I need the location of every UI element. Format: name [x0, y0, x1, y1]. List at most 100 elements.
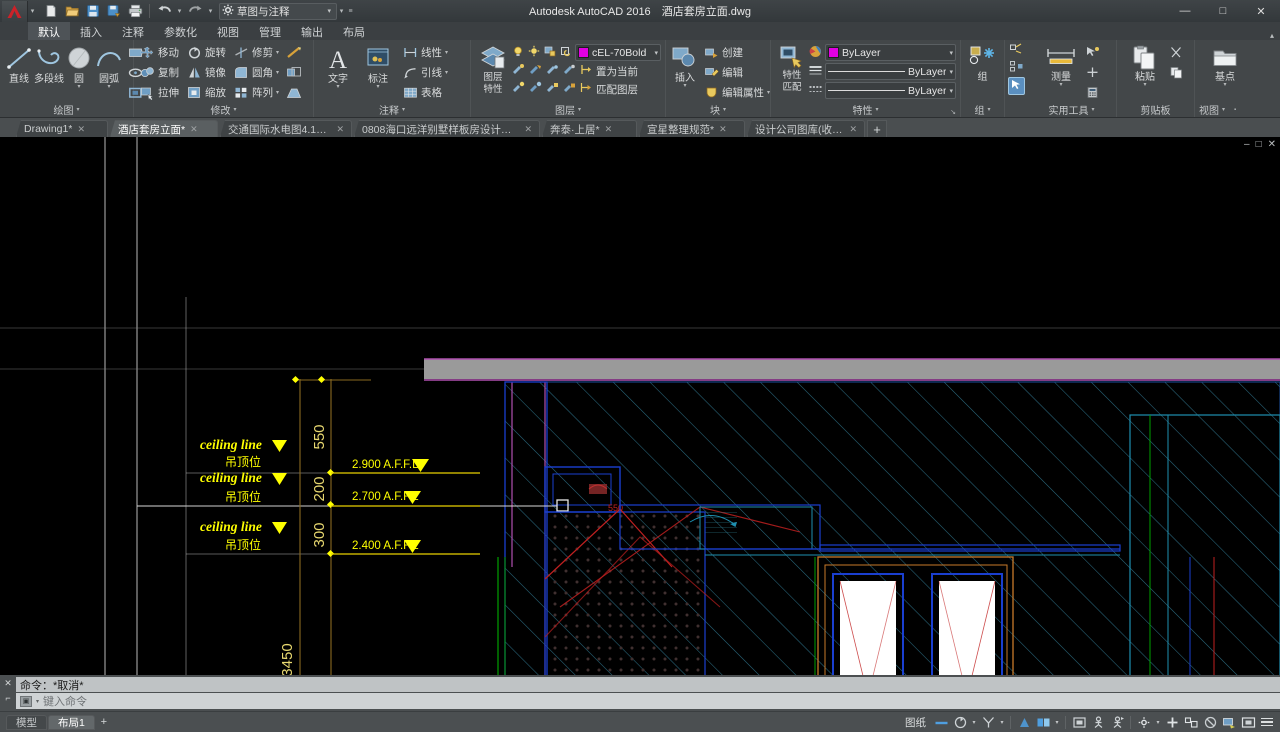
point-icon[interactable]	[1083, 63, 1102, 82]
ribbon-minimize-icon[interactable]: ▴	[1270, 31, 1274, 40]
layer-change-icon[interactable]	[579, 81, 593, 97]
workspace-selector[interactable]: 草图与注释 ▾	[219, 2, 337, 20]
basepoint-caret[interactable]: ▾	[1223, 82, 1226, 88]
command-input[interactable]: ▣ ▾ 键入命令	[16, 693, 1280, 709]
save-icon[interactable]	[83, 2, 103, 21]
ribbon-tab-parametric[interactable]: 参数化	[154, 22, 207, 40]
file-tab-standards[interactable]: 宣星整理规范* ✕	[639, 120, 745, 137]
block-create-button[interactable]: 创建	[702, 43, 772, 62]
group-selection-icon[interactable]	[1007, 77, 1025, 95]
noentry-icon[interactable]	[1201, 714, 1219, 731]
layer-set-current-label[interactable]: 置为当前	[596, 64, 638, 79]
printer-icon[interactable]	[125, 2, 145, 21]
file-tab-close-icon[interactable]: ✕	[719, 124, 727, 135]
layer-unisolate-icon[interactable]	[528, 63, 542, 79]
minimize-button[interactable]: —	[1166, 0, 1204, 22]
annotation-table-button[interactable]: 表格	[401, 83, 450, 102]
copy-clip-icon[interactable]	[1167, 63, 1186, 82]
panel-title-view[interactable]: 视图 ▾ ▪	[1195, 102, 1280, 117]
block-edit-button[interactable]: 编辑	[702, 63, 772, 82]
autocad-logo-button[interactable]	[2, 0, 28, 22]
calculator-icon[interactable]	[1083, 83, 1102, 102]
maximize-button[interactable]: □	[1204, 0, 1242, 22]
layer-thaw-all-icon[interactable]	[528, 81, 542, 97]
current-layer-combo[interactable]: cEL-70Bold ▾	[575, 44, 661, 61]
ribbon-tab-manage[interactable]: 管理	[249, 22, 291, 40]
panel-title-group[interactable]: 组 ▾	[961, 102, 1004, 117]
layout-tab-model[interactable]: 模型	[6, 714, 47, 730]
panel-title-clipboard[interactable]: 剪贴板	[1117, 102, 1194, 117]
file-tab-close-icon[interactable]: ✕	[849, 124, 857, 135]
color-combo[interactable]: ByLayer ▾	[825, 44, 956, 61]
command-close-icon[interactable]: ✕	[4, 678, 12, 689]
panel-title-modify[interactable]: 修改 ▾	[134, 102, 313, 117]
undo-dropdown-caret[interactable]: ▾	[175, 2, 184, 20]
ribbon-tab-output[interactable]: 输出	[291, 22, 333, 40]
block-edit-attributes-caret[interactable]: ▾	[767, 89, 770, 96]
annotation-dimension-caret[interactable]: ▾	[376, 84, 379, 90]
new-file-icon[interactable]	[41, 2, 61, 21]
paste-button[interactable]: 粘贴 ▾	[1125, 43, 1165, 88]
annotation-leader-button[interactable]: 引线 ▾	[401, 63, 450, 82]
viewport-close-icon[interactable]: ✕	[1268, 140, 1276, 150]
file-tab-close-icon[interactable]: ✕	[336, 124, 344, 135]
basepoint-button[interactable]: 基点 ▾	[1205, 43, 1245, 88]
group-button[interactable]: 组	[963, 43, 1003, 83]
annotation-text-button[interactable]: A 文字 ▾	[318, 43, 358, 90]
lineweight-caret[interactable]: ▾	[1053, 719, 1061, 726]
modify-fillet-caret[interactable]: ▾	[276, 69, 279, 76]
command-prompt-icon[interactable]: ▣	[20, 695, 32, 707]
annotation-linear-button[interactable]: 线性 ▾	[401, 43, 450, 62]
group-edit-icon[interactable]	[1009, 43, 1024, 59]
layer-properties-button[interactable]: 图层 特性	[475, 43, 511, 95]
modify-copy-button[interactable]: 复制	[138, 63, 181, 82]
modify-move-button[interactable]: 移动	[138, 43, 181, 62]
measure-caret[interactable]: ▾	[1059, 82, 1062, 88]
ribbon-tab-insert[interactable]: 插入	[70, 22, 112, 40]
file-tab-close-icon[interactable]: ✕	[524, 124, 532, 135]
layer-match-label[interactable]: 匹配图层	[596, 82, 638, 97]
qat-customize-caret[interactable]: ≡	[346, 2, 355, 20]
modify-fillet-button[interactable]: 圆角 ▾	[232, 63, 281, 82]
modify-array-caret[interactable]: ▾	[276, 89, 279, 96]
file-tab-traffic-intl[interactable]: 交通国际水电图4.16_13* ✕	[220, 120, 352, 137]
measure-button[interactable]: 测量 ▾	[1041, 43, 1081, 88]
modify-explode-button[interactable]	[284, 43, 304, 62]
linetype-caret[interactable]: ▾	[949, 68, 953, 76]
draw-arc-button[interactable]: 圆弧 ▾	[94, 43, 124, 90]
file-tab-drawing1[interactable]: Drawing1* ✕	[16, 120, 108, 137]
block-insert-button[interactable]: 插入 ▾	[670, 43, 700, 89]
modify-trim-caret[interactable]: ▾	[276, 49, 279, 56]
save-as-icon[interactable]	[104, 2, 124, 21]
layer-freeze-obj-icon[interactable]	[545, 63, 559, 79]
layer-lock-obj-icon[interactable]	[545, 81, 559, 97]
draw-circle-button[interactable]: 圆 ▾	[64, 43, 94, 90]
annotation-dimension-button[interactable]: 标注 ▾	[358, 43, 398, 90]
paste-caret[interactable]: ▾	[1143, 82, 1146, 88]
modify-scale-button[interactable]: 缩放	[185, 83, 228, 102]
open-folder-icon[interactable]	[62, 2, 82, 21]
lineweight-caret[interactable]: ▾	[949, 87, 953, 95]
annotation-scale-icon[interactable]	[1070, 714, 1088, 731]
redo-dropdown-caret[interactable]: ▾	[206, 2, 215, 20]
modify-rotate-button[interactable]: 旋转	[185, 43, 228, 62]
file-tab-haikou-villa[interactable]: 0808海口远洋别墅样板房设计平面图* ✕	[354, 120, 540, 137]
ribbon-tab-default[interactable]: 默认	[28, 22, 70, 40]
add-layout-button[interactable]: +	[96, 715, 112, 730]
file-tab-bentai[interactable]: 奔泰·上居* ✕	[542, 120, 637, 137]
workspace-dropdown-caret[interactable]: ▾	[324, 7, 334, 15]
panel-title-utilities[interactable]: 实用工具 ▾	[1027, 102, 1116, 117]
close-button[interactable]: ✕	[1242, 0, 1280, 22]
layer-unlock-obj-icon[interactable]	[562, 81, 576, 97]
file-tab-close-icon[interactable]: ✕	[77, 124, 85, 135]
command-pin-icon[interactable]: ⌐	[5, 693, 10, 703]
annotation-autoscale-icon[interactable]	[1108, 714, 1126, 731]
viewport-restore-icon[interactable]: □	[1256, 140, 1262, 150]
annotation-text-caret[interactable]: ▾	[336, 84, 339, 90]
quick-select-icon[interactable]	[1083, 43, 1102, 62]
modify-trim-button[interactable]: 修剪 ▾	[232, 43, 281, 62]
redo-icon[interactable]	[185, 2, 205, 21]
panel-title-annotation[interactable]: 注释 ▾	[314, 102, 470, 117]
otrack-icon[interactable]	[1015, 714, 1033, 731]
modify-offset-button[interactable]	[284, 63, 304, 82]
